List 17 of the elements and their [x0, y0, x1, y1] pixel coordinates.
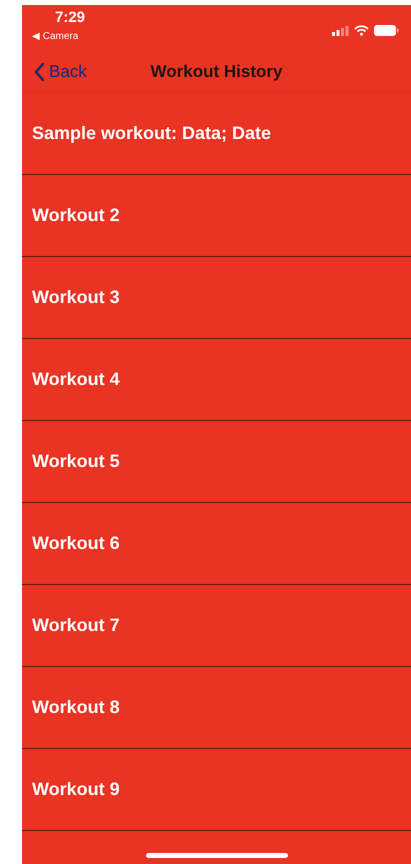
workout-list-item[interactable]: Workout 5 [22, 421, 411, 503]
workout-list-item[interactable]: Sample workout: Data; Date [22, 93, 411, 175]
status-time: 7:29 [55, 8, 86, 28]
workout-list-item[interactable]: Workout 3 [22, 257, 411, 339]
workout-list-item[interactable]: Workout 6 [22, 503, 411, 585]
workout-list-item[interactable]: Workout 9 [22, 749, 411, 831]
nav-title: Workout History [150, 60, 282, 83]
chevron-left-icon [34, 62, 45, 80]
wifi-icon [354, 25, 369, 36]
back-to-app-link[interactable]: ◀ Camera [32, 30, 78, 44]
workout-list-item[interactable]: Workout 2 [22, 175, 411, 257]
workout-list-item[interactable]: Workout 4 [22, 339, 411, 421]
back-button[interactable]: Back [34, 58, 87, 84]
battery-icon [374, 25, 399, 36]
signal-icon [332, 26, 349, 36]
workout-list-item[interactable]: Workout 7 [22, 585, 411, 667]
workout-list-item[interactable]: Workout 8 [22, 667, 411, 749]
